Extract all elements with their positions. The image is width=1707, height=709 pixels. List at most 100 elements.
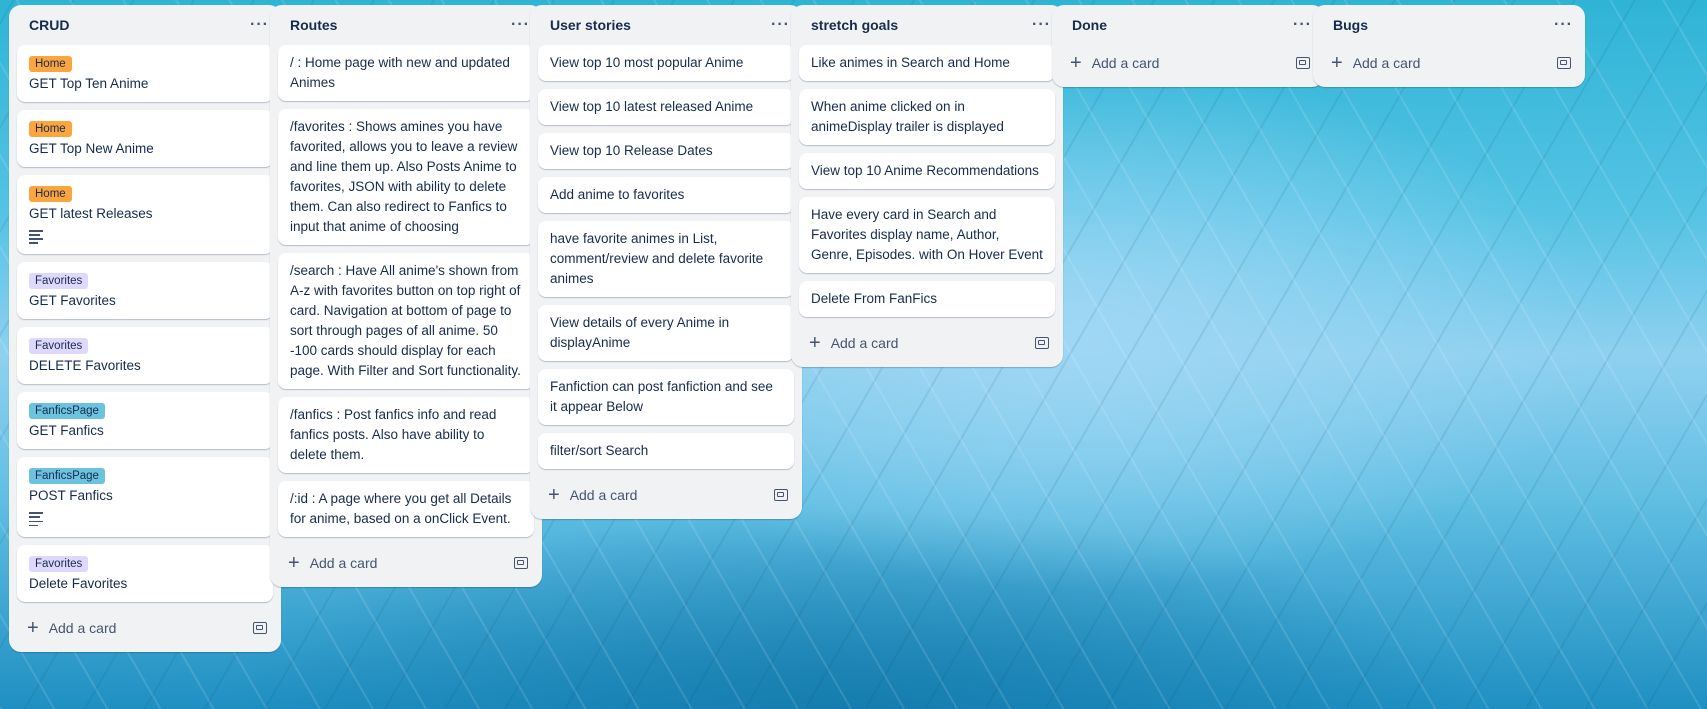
card[interactable]: Add anime to favorites xyxy=(538,177,794,213)
more-options-icon[interactable]: ··· xyxy=(1554,16,1573,34)
card[interactable]: FanficsPage POST Fanfics xyxy=(17,457,273,537)
card[interactable]: /search : Have All anime's shown from A-… xyxy=(278,253,534,389)
list-title[interactable]: stretch goals xyxy=(811,17,898,33)
plus-icon: + xyxy=(1331,52,1343,74)
add-card-row: + Add a card xyxy=(1052,45,1324,81)
card-label-favorites: Favorites xyxy=(29,338,89,355)
add-card-label: Add a card xyxy=(309,555,378,571)
card-label-fanficspage: FanficsPage xyxy=(29,468,105,485)
add-card-button[interactable]: + Add a card xyxy=(288,553,377,573)
list-done: Done ··· + Add a card xyxy=(1052,5,1324,87)
card[interactable]: / : Home page with new and updated Anime… xyxy=(278,45,534,101)
more-options-icon[interactable]: ··· xyxy=(771,16,790,34)
list-title[interactable]: Done xyxy=(1072,17,1107,33)
list-title[interactable]: Bugs xyxy=(1333,17,1368,33)
card[interactable]: Home GET Top New Anime xyxy=(17,110,273,167)
add-card-label: Add a card xyxy=(1091,55,1160,71)
card[interactable]: /fanfics : Post fanfics info and read fa… xyxy=(278,397,534,473)
card-list: View top 10 most popular Anime View top 1… xyxy=(530,45,802,469)
card[interactable]: Like animes in Search and Home xyxy=(799,45,1055,81)
list-crud: CRUD ··· Home GET Top Ten Anime Home GET Top … xyxy=(9,5,281,652)
card[interactable]: View details of every Anime in displayAn… xyxy=(538,305,794,361)
more-options-icon[interactable]: ··· xyxy=(250,16,269,34)
card[interactable]: filter/sort Search xyxy=(538,433,794,469)
add-card-button[interactable]: + Add a card xyxy=(27,618,116,638)
more-options-icon[interactable]: ··· xyxy=(1032,16,1051,34)
list-title[interactable]: CRUD xyxy=(29,17,69,33)
plus-icon: + xyxy=(27,616,39,639)
plus-icon: + xyxy=(809,332,821,354)
add-card-row: + Add a card xyxy=(9,610,281,646)
list-title[interactable]: Routes xyxy=(290,17,337,33)
card-title: Fanfiction can post fanfiction and see i… xyxy=(550,379,773,414)
card-title: View top 10 latest released Anime xyxy=(550,99,754,114)
create-from-template-icon[interactable] xyxy=(514,557,528,569)
add-card-row: + Add a card xyxy=(791,325,1063,361)
add-card-button[interactable]: + Add a card xyxy=(1070,53,1159,73)
more-options-icon[interactable]: ··· xyxy=(511,16,530,34)
list-title[interactable]: User stories xyxy=(550,17,631,33)
add-card-button[interactable]: + Add a card xyxy=(1331,53,1420,73)
card[interactable]: Favorites DELETE Favorites xyxy=(17,327,273,385)
card-label-home: Home xyxy=(29,121,72,137)
more-options-icon[interactable]: ··· xyxy=(1293,16,1312,34)
create-from-template-icon[interactable] xyxy=(1035,337,1049,349)
card-title: View top 10 most popular Anime xyxy=(550,55,744,70)
card[interactable]: View top 10 Anime Recommendations xyxy=(799,153,1055,189)
card-title: GET Favorites xyxy=(29,293,116,309)
card-title: GET Fanfics xyxy=(29,423,104,439)
card[interactable]: When anime clicked on in animeDisplay tr… xyxy=(799,89,1055,145)
card[interactable]: View top 10 latest released Anime xyxy=(538,89,794,125)
plus-icon: + xyxy=(1070,52,1082,74)
card-title: DELETE Favorites xyxy=(29,358,141,374)
card-title: Delete From FanFics xyxy=(811,291,938,306)
list-header: User stories ··· xyxy=(530,5,802,45)
card-label-favorites: Favorites xyxy=(29,273,89,290)
card-title: filter/sort Search xyxy=(550,443,649,458)
list-header: Routes ··· xyxy=(270,5,542,45)
list-bugs: Bugs ··· + Add a card xyxy=(1313,5,1585,87)
card[interactable]: View top 10 most popular Anime xyxy=(538,45,794,81)
create-from-template-icon[interactable] xyxy=(1296,57,1310,69)
card-label-favorites: Favorites xyxy=(29,555,89,572)
card-list: Like animes in Search and Home When anime… xyxy=(791,45,1063,317)
add-card-label: Add a card xyxy=(48,619,117,636)
card[interactable]: Favorites Delete Favorites xyxy=(17,544,273,602)
card-title: View top 10 Release Dates xyxy=(550,143,713,158)
card-title: /:id : A page where you get all Details … xyxy=(290,491,512,526)
card[interactable]: Fanfiction can post fanfiction and see i… xyxy=(538,369,794,425)
card[interactable]: Delete From FanFics xyxy=(799,281,1055,317)
create-from-template-icon[interactable] xyxy=(1557,57,1571,69)
card-label-fanficspage: FanficsPage xyxy=(29,403,105,420)
card[interactable]: View top 10 Release Dates xyxy=(538,133,794,169)
card[interactable]: /:id : A page where you get all Details … xyxy=(278,481,534,537)
card-label-home: Home xyxy=(29,186,72,202)
card[interactable]: Home GET Top Ten Anime xyxy=(17,45,273,102)
list-user-stories: User stories ··· View top 10 most popular … xyxy=(530,5,802,519)
create-from-template-icon[interactable] xyxy=(253,621,267,634)
card[interactable]: FanficsPage GET Fanfics xyxy=(17,392,273,450)
card[interactable]: Home GET latest Releases xyxy=(17,175,273,255)
add-card-button[interactable]: + Add a card xyxy=(548,485,637,505)
list-header: Bugs ··· xyxy=(1313,5,1585,45)
card-label-home: Home xyxy=(29,56,72,72)
add-card-button[interactable]: + Add a card xyxy=(809,333,898,353)
description-icon xyxy=(29,512,43,527)
add-card-row: + Add a card xyxy=(1313,45,1585,81)
card[interactable]: /favorites : Shows amines you have favor… xyxy=(278,109,534,245)
card-list: / : Home page with new and updated Anime… xyxy=(270,45,542,537)
plus-icon: + xyxy=(548,484,560,506)
card[interactable]: Favorites GET Favorites xyxy=(17,262,273,320)
card[interactable]: Have every card in Search and Favorites … xyxy=(799,197,1055,273)
card[interactable]: have favorite animes in List, comment/re… xyxy=(538,221,794,297)
add-card-label: Add a card xyxy=(1352,55,1421,71)
card-title: have favorite animes in List, comment/re… xyxy=(550,231,764,286)
card-title: POST Fanfics xyxy=(29,488,113,504)
card-title: When anime clicked on in animeDisplay tr… xyxy=(811,99,1004,134)
card-title: Delete Favorites xyxy=(29,575,128,591)
create-from-template-icon[interactable] xyxy=(774,489,788,501)
list-header: Done ··· xyxy=(1052,5,1324,45)
card-title: GET Top New Anime xyxy=(29,141,154,156)
card-title: View top 10 Anime Recommendations xyxy=(811,163,1039,178)
add-card-row: + Add a card xyxy=(270,545,542,581)
